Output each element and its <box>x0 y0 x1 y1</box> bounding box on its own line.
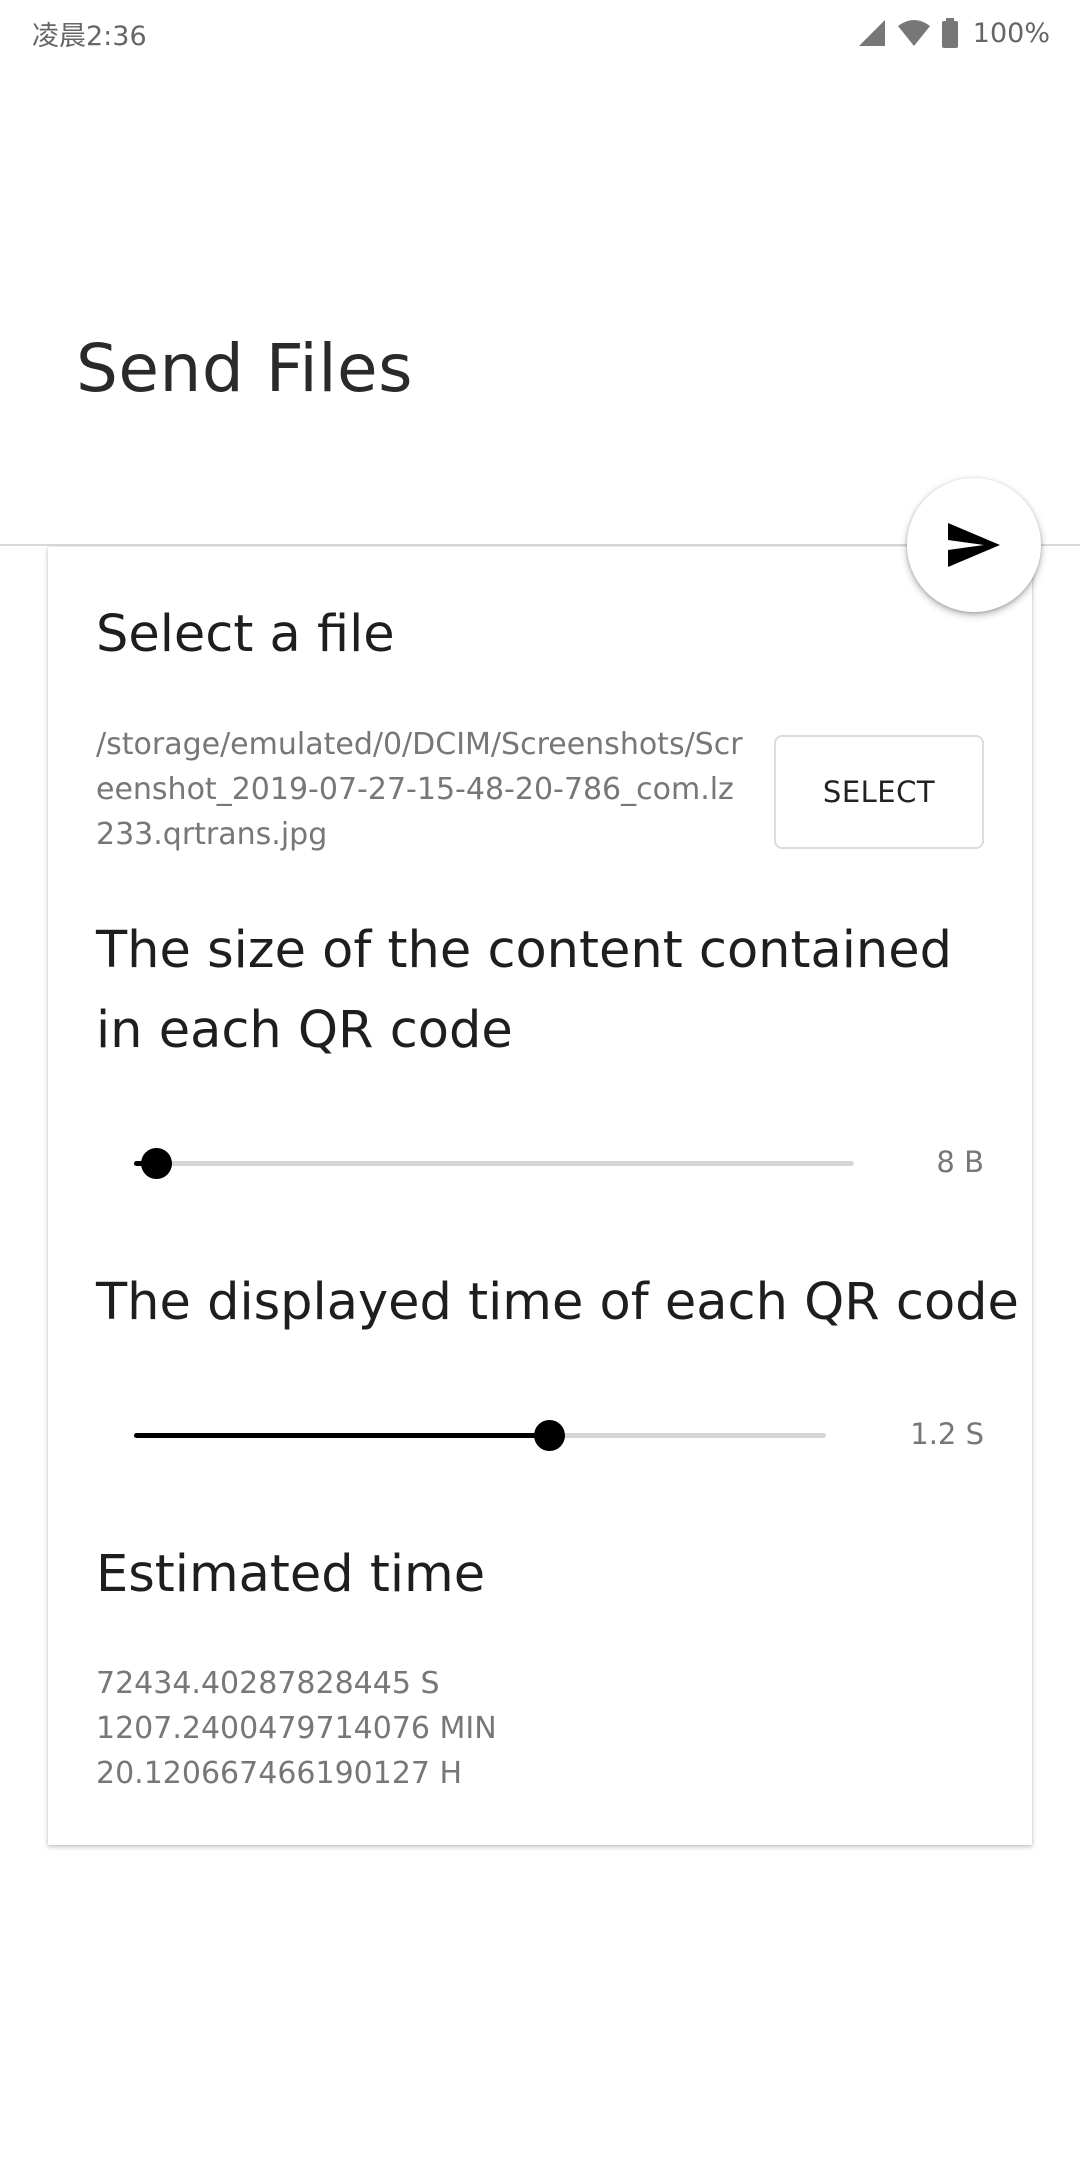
content-size-slider-thumb[interactable] <box>140 1148 172 1179</box>
battery-icon <box>941 18 958 48</box>
estimate-seconds: 72434.40287828445 S <box>96 1666 440 1701</box>
estimate-hours: 20.120667466190127 H <box>96 1756 463 1791</box>
select-file-heading: Select a file <box>96 605 395 664</box>
display-time-value: 1.2 S <box>910 1417 984 1451</box>
status-icons: 100% <box>857 18 1050 49</box>
estimated-time-heading: Estimated time <box>96 1545 486 1604</box>
display-time-slider-thumb[interactable] <box>534 1420 566 1451</box>
signal-icon <box>858 20 885 46</box>
content-size-slider[interactable] <box>134 1148 854 1179</box>
status-bar: 凌晨2:36 100% <box>0 0 1080 66</box>
display-time-heading: The displayed time of each QR code <box>96 1273 1019 1332</box>
select-button[interactable]: SELECT <box>774 735 984 849</box>
app-header <box>0 66 1080 546</box>
content-size-heading: The size of the content contained in eac… <box>96 921 952 1060</box>
wifi-icon <box>897 20 930 46</box>
file-path-text: /storage/emulated/0/DCIM/Screenshots/Scr… <box>96 727 743 852</box>
send-settings-card: Select a file /storage/emulated/0/DCIM/S… <box>48 547 1032 1845</box>
battery-level: 100% <box>972 17 1050 49</box>
status-time: 凌晨2:36 <box>32 20 147 52</box>
display-time-slider[interactable] <box>134 1420 826 1451</box>
estimate-minutes: 1207.2400479714076 MIN <box>96 1711 497 1746</box>
send-button[interactable] <box>907 478 1041 612</box>
send-icon <box>948 523 1000 567</box>
page-title: Send Files <box>76 330 414 407</box>
display-time-slider-fill <box>134 1433 550 1438</box>
content-size-value: 8 B <box>936 1145 984 1179</box>
estimated-time-values: 72434.40287828445 S 1207.2400479714076 M… <box>96 1661 497 1796</box>
